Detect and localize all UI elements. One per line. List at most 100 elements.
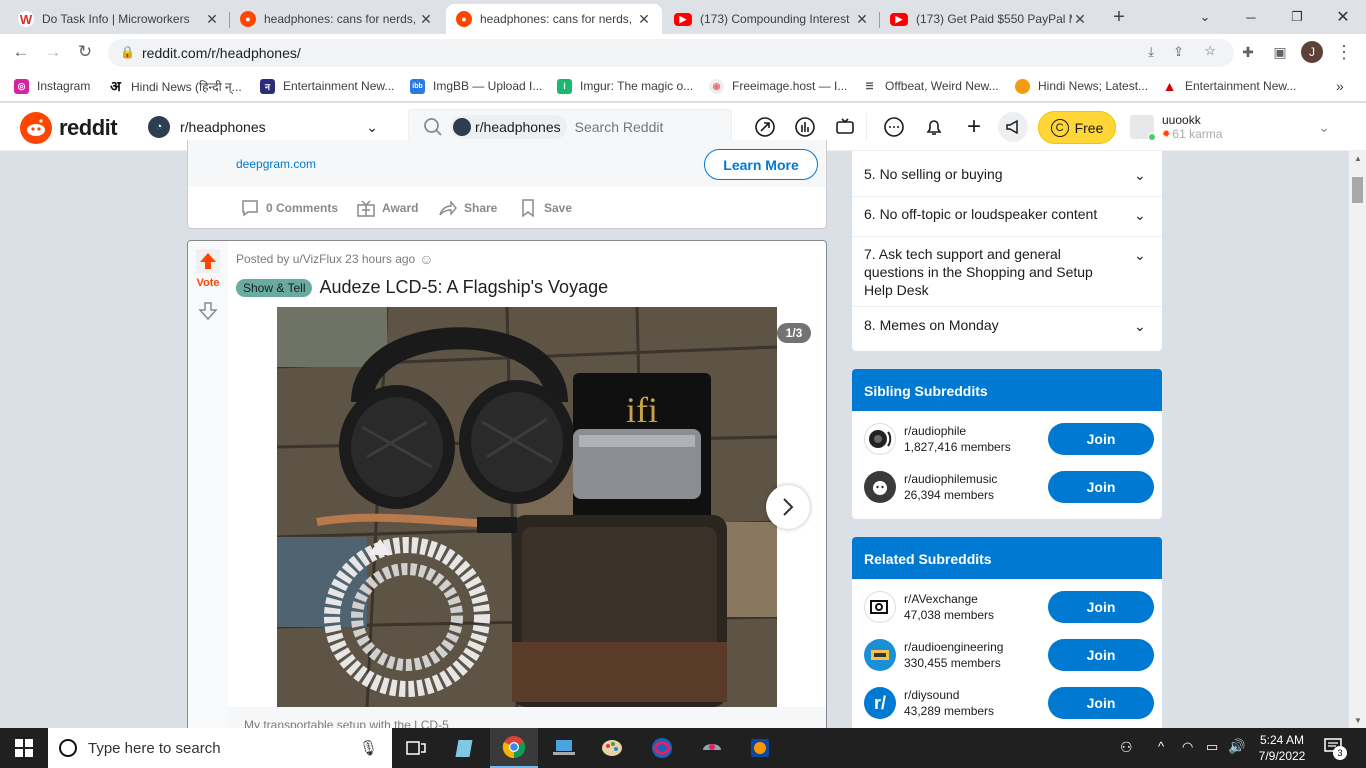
- tab-close-icon[interactable]: ✕: [418, 11, 434, 28]
- rpan-icon[interactable]: [833, 115, 857, 139]
- upvote-arrow-icon[interactable]: [196, 249, 220, 273]
- microphone-icon[interactable]: 🎙: [359, 739, 378, 757]
- tray-chevron-up-icon[interactable]: ^: [1158, 739, 1164, 754]
- share-icon[interactable]: ⇪: [1173, 44, 1184, 60]
- volume-icon[interactable]: 🔊: [1228, 738, 1245, 755]
- restore-button[interactable]: ❐: [1274, 0, 1320, 34]
- media-player-app-icon[interactable]: [736, 728, 784, 768]
- bookmark-instagram[interactable]: ◎ Instagram: [14, 77, 90, 95]
- advertise-megaphone-icon[interactable]: [998, 112, 1028, 142]
- bookmark-entertainment-1[interactable]: न Entertainment New...: [260, 77, 394, 95]
- menu-kebab-icon[interactable]: ⋮: [1334, 42, 1354, 62]
- side-panel-icon[interactable]: ▣: [1270, 42, 1290, 62]
- user-menu-dropdown[interactable]: uuookk ✹ 61 karma ⌄: [1130, 109, 1338, 145]
- notepad-app-icon[interactable]: [442, 728, 490, 768]
- tab-search-chevron-icon[interactable]: ⌄: [1182, 0, 1228, 34]
- join-button[interactable]: Join: [1048, 423, 1154, 455]
- downvote-arrow-icon[interactable]: [198, 301, 218, 321]
- chat-icon[interactable]: [882, 115, 906, 139]
- tab-youtube-2[interactable]: ▶ (173) Get Paid $550 PayPal M ✕: [880, 4, 1098, 34]
- award-button[interactable]: Award: [356, 198, 418, 218]
- rule-item-6[interactable]: 6. No off-topic or loudspeaker content ⌄: [852, 205, 1162, 237]
- wifi-icon[interactable]: ◠: [1182, 739, 1193, 755]
- join-button[interactable]: Join: [1048, 591, 1154, 623]
- reddit-home-link[interactable]: reddit: [20, 112, 118, 144]
- tab-close-icon[interactable]: ✕: [204, 11, 220, 28]
- extensions-icon[interactable]: ✚: [1238, 42, 1258, 62]
- post-card[interactable]: Vote Posted by u/VizFlux 23 hours ago ☺ …: [187, 240, 827, 740]
- bookmark-freeimage[interactable]: ◉ Freeimage.host — I...: [709, 77, 847, 95]
- rule-item-8[interactable]: 8. Memes on Monday ⌄: [852, 316, 1162, 340]
- install-app-icon[interactable]: ⤓: [1148, 44, 1154, 60]
- subreddit-item[interactable]: r/ r/diysound 43,289 members: [864, 687, 994, 719]
- popular-icon[interactable]: [753, 115, 777, 139]
- notifications-bell-icon[interactable]: [922, 115, 946, 139]
- address-bar[interactable]: 🔒 reddit.com/r/headphones/ ⤓ ⇪ ☆: [108, 39, 1234, 67]
- forward-button[interactable]: →: [40, 40, 66, 64]
- bookmark-imgbb[interactable]: ibb ImgBB — Upload I...: [410, 77, 542, 95]
- community-dropdown[interactable]: ◔ r/headphones ⌄: [144, 112, 382, 142]
- bookmark-hindi-latest[interactable]: Hindi News; Latest...: [1015, 77, 1148, 95]
- battery-icon[interactable]: ▭: [1206, 739, 1218, 755]
- new-tab-button[interactable]: +: [1106, 6, 1132, 28]
- subreddit-item[interactable]: r/audiophile 1,827,416 members: [864, 423, 1011, 455]
- search-scope-chip[interactable]: r/headphones: [451, 115, 567, 139]
- join-button[interactable]: Join: [1048, 471, 1154, 503]
- people-icon[interactable]: ⚇: [1120, 739, 1133, 756]
- rule-item-5[interactable]: 5. No selling or buying ⌄: [852, 165, 1162, 197]
- taskbar-search-box[interactable]: Type here to search 🎙: [48, 728, 392, 768]
- page-scrollbar[interactable]: ▲ ▼: [1349, 151, 1366, 728]
- gallery-next-button[interactable]: [766, 485, 810, 529]
- subreddit-item[interactable]: r/audiophilemusic 26,394 members: [864, 471, 997, 503]
- photo-app-icon[interactable]: [688, 728, 736, 768]
- create-post-plus-icon[interactable]: +: [962, 113, 986, 140]
- comments-button[interactable]: 0 Comments: [240, 198, 338, 218]
- ad-domain-link[interactable]: deepgram.com: [236, 157, 316, 171]
- paint-app-icon[interactable]: [588, 728, 636, 768]
- explorer-laptop-app-icon[interactable]: [540, 728, 588, 768]
- tab-microworkers[interactable]: W Do Task Info | Microworkers ✕: [8, 4, 230, 34]
- system-clock[interactable]: 5:24 AM 7/9/2022: [1250, 732, 1314, 764]
- reload-button[interactable]: ↻: [72, 40, 98, 64]
- join-button[interactable]: Join: [1048, 687, 1154, 719]
- save-button[interactable]: Save: [518, 198, 572, 218]
- minimize-button[interactable]: ─: [1228, 0, 1274, 34]
- chrome-app-icon[interactable]: [490, 728, 538, 768]
- profile-avatar[interactable]: J: [1301, 41, 1323, 63]
- bookmark-imgur[interactable]: i Imgur: The magic o...: [557, 77, 693, 95]
- search-input[interactable]: [574, 119, 725, 135]
- bookmark-star-icon[interactable]: ☆: [1204, 43, 1216, 59]
- subreddit-item[interactable]: r/AVexchange 47,038 members: [864, 591, 994, 623]
- close-window-button[interactable]: ✕: [1320, 0, 1366, 34]
- start-button[interactable]: [0, 728, 48, 768]
- scrollbar-thumb[interactable]: [1352, 177, 1363, 203]
- tab-headphones-1[interactable]: ● headphones: cans for nerds, ✕: [230, 4, 444, 34]
- learn-more-button[interactable]: Learn More: [704, 149, 818, 180]
- subreddit-item[interactable]: r/audioengineering 330,455 members: [864, 639, 1003, 671]
- bookmark-offbeat[interactable]: ☰ Offbeat, Weird New...: [862, 77, 999, 95]
- tab-youtube-1[interactable]: ▶ (173) Compounding Interest ✕: [664, 4, 880, 34]
- tab-headphones-active[interactable]: ● headphones: cans for nerds, ✕: [446, 4, 662, 34]
- bookmark-hindi-news[interactable]: अ Hindi News (हिन्दी न्...: [108, 77, 242, 95]
- tab-close-icon[interactable]: ✕: [1072, 11, 1088, 28]
- join-button[interactable]: Join: [1048, 639, 1154, 671]
- scroll-down-arrow-icon[interactable]: ▼: [1354, 716, 1362, 725]
- task-view-icon[interactable]: [392, 728, 440, 768]
- tab-close-icon[interactable]: ✕: [636, 11, 652, 28]
- bookmark-entertainment-2[interactable]: ▲ Entertainment New...: [1162, 77, 1296, 95]
- coins-icon[interactable]: [793, 115, 817, 139]
- post-flair[interactable]: Show & Tell: [236, 278, 313, 297]
- rule-text: 7. Ask tech support and general question…: [864, 246, 1093, 298]
- rule-item-7[interactable]: 7. Ask tech support and general question…: [852, 245, 1162, 307]
- post-title[interactable]: Audeze LCD-5: A Flagship's Voyage: [319, 277, 608, 298]
- scroll-up-arrow-icon[interactable]: ▲: [1354, 154, 1362, 163]
- gallery-image[interactable]: ifi: [277, 307, 777, 707]
- lock-icon: 🔒: [120, 45, 135, 59]
- action-center-icon[interactable]: 3: [1324, 738, 1348, 760]
- back-button[interactable]: ←: [8, 40, 34, 64]
- premium-free-button[interactable]: C Free: [1038, 111, 1116, 144]
- more-bookmarks-icon[interactable]: »: [1336, 77, 1344, 95]
- share-button[interactable]: Share: [438, 198, 497, 218]
- tab-close-icon[interactable]: ✕: [854, 11, 870, 28]
- swirl-app-icon[interactable]: [638, 728, 686, 768]
